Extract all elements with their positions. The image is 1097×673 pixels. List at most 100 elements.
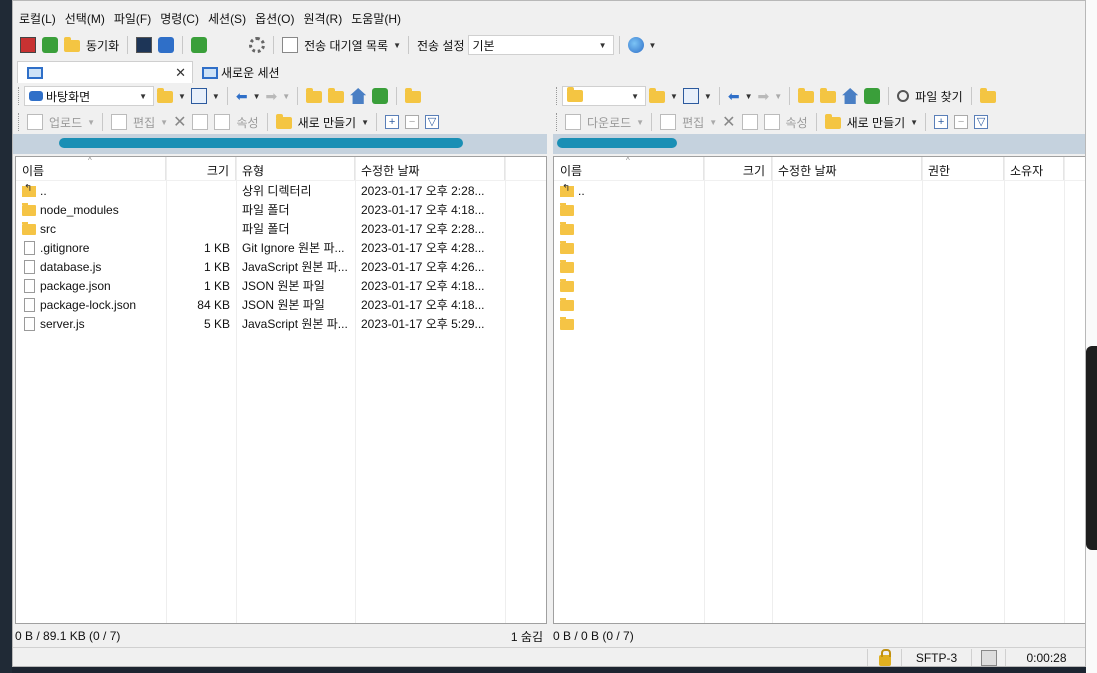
chevron-down-icon[interactable]: ▼ [649, 41, 657, 50]
menu-help[interactable]: 도움말(H) [351, 10, 401, 27]
filter-icon[interactable] [682, 88, 699, 104]
parent-directory-icon[interactable] [306, 88, 323, 103]
local-hidden-count[interactable]: 1 숨김 [511, 628, 547, 645]
table-row[interactable] [554, 219, 1085, 238]
forward-arrow-icon[interactable]: ➡ [266, 88, 278, 105]
table-row[interactable]: .gitignore 1 KB Git Ignore 원본 파... 2023-01-… [16, 238, 546, 257]
column-name[interactable]: 이름 ^ [554, 157, 704, 180]
chevron-down-icon[interactable]: ▼ [670, 92, 678, 101]
column-owner[interactable]: 소유자 [1004, 157, 1064, 180]
new-button[interactable]: 새로 만들기 [847, 114, 906, 131]
table-row[interactable] [554, 257, 1085, 276]
column-name[interactable]: 이름 ^ [16, 157, 166, 180]
table-row[interactable] [554, 238, 1085, 257]
local-location-select[interactable]: 바탕화면 ▼ [24, 86, 154, 106]
menu-options[interactable]: 옵션(O) [255, 10, 294, 27]
column-modified[interactable]: 수정한 날짜 [772, 157, 922, 180]
open-folder-icon[interactable] [157, 88, 173, 103]
find-files-button[interactable]: 파일 찾기 [915, 88, 963, 105]
table-row[interactable]: server.js 5 KB JavaScript 원본 파... 2023-01-1… [16, 314, 546, 333]
table-row[interactable]: package-lock.json 84 KB JSON 원본 파일 2023-01-… [16, 295, 546, 314]
home-icon[interactable] [350, 88, 367, 104]
select-minus-icon[interactable]: − [405, 115, 420, 129]
menu-remote[interactable]: 원격(R) [303, 10, 342, 27]
local-path-bar[interactable] [13, 134, 547, 154]
remote-location-select[interactable]: ▼ [562, 86, 646, 106]
upload-button[interactable]: 업로드 [49, 114, 82, 131]
select-filter-icon[interactable]: ▽ [425, 115, 440, 129]
chevron-down-icon[interactable]: ▼ [87, 118, 95, 127]
root-directory-icon[interactable] [328, 88, 345, 103]
sync-button[interactable]: 동기화 [86, 37, 119, 54]
chevron-down-icon[interactable]: ▼ [910, 118, 918, 127]
chevron-down-icon[interactable]: ▼ [178, 92, 186, 101]
back-arrow-icon[interactable]: ⬅ [728, 88, 740, 105]
new-button[interactable]: 새로 만들기 [298, 114, 357, 131]
select-plus-icon[interactable]: + [385, 115, 400, 129]
chevron-down-icon[interactable]: ▼ [282, 92, 290, 101]
select-plus-icon[interactable]: + [934, 115, 949, 129]
chevron-down-icon[interactable]: ▼ [212, 92, 220, 101]
menu-select[interactable]: 선택(M) [65, 10, 105, 27]
globe-icon[interactable] [627, 37, 644, 53]
filter-icon[interactable] [190, 88, 207, 104]
find-target-icon[interactable] [979, 88, 996, 103]
table-row[interactable] [554, 314, 1085, 333]
remote-path-bar[interactable] [553, 134, 1085, 154]
column-size[interactable]: 크기 [704, 157, 772, 180]
chevron-down-icon[interactable]: ▼ [774, 92, 782, 101]
refresh-icon[interactable] [864, 88, 881, 104]
open-folder-icon[interactable] [649, 88, 665, 103]
tab-current-session[interactable]: ✕ [17, 61, 193, 83]
table-row[interactable]: database.js 1 KB JavaScript 원본 파... 2023-01… [16, 257, 546, 276]
download-button[interactable]: 다운로드 [587, 114, 631, 131]
chevron-down-icon[interactable]: ▼ [361, 118, 369, 127]
rename-icon[interactable] [741, 114, 758, 130]
local-file-list[interactable]: 이름 ^ 크기 유형 수정한 날짜 .. 상위 디렉터리 2023-01-17 오후 … [15, 156, 547, 624]
table-row[interactable] [554, 200, 1085, 219]
preferences-gear-icon[interactable] [249, 37, 266, 53]
chevron-down-icon[interactable]: ▼ [393, 41, 401, 50]
table-row[interactable] [554, 276, 1085, 295]
remote-file-list[interactable]: 이름 ^ 크기 수정한 날짜 권한 소유자 .. [553, 156, 1085, 624]
chevron-down-icon[interactable]: ▼ [745, 92, 753, 101]
select-minus-icon[interactable]: − [954, 115, 969, 129]
rename-icon[interactable] [192, 114, 209, 130]
menu-command[interactable]: 명령(C) [160, 10, 199, 27]
table-row[interactable]: src 파일 폴더 2023-01-17 오후 2:28... [16, 219, 546, 238]
refresh-queue-icon[interactable] [191, 37, 208, 53]
table-row[interactable]: node_modules 파일 폴더 2023-01-17 오후 4:18... [16, 200, 546, 219]
chevron-down-icon[interactable]: ▼ [253, 92, 261, 101]
terminal-icon[interactable] [136, 37, 153, 53]
menu-local[interactable]: 로컬(L) [19, 10, 56, 27]
column-size[interactable]: 크기 [166, 157, 236, 180]
properties-button[interactable]: 속성 [786, 114, 808, 131]
compare-directories-icon[interactable] [20, 37, 36, 53]
close-icon[interactable]: ✕ [175, 65, 186, 81]
column-type[interactable]: 유형 [236, 157, 355, 180]
home-icon[interactable] [842, 88, 859, 104]
back-arrow-icon[interactable]: ⬅ [236, 88, 248, 105]
chevron-down-icon[interactable]: ▼ [704, 92, 712, 101]
synchronize-browsing-icon[interactable] [42, 37, 58, 53]
menu-session[interactable]: 세션(S) [208, 10, 246, 27]
select-filter-icon[interactable]: ▽ [974, 115, 989, 129]
table-row[interactable]: .. 상위 디렉터리 2023-01-17 오후 2:28... [16, 181, 546, 200]
root-directory-icon[interactable] [820, 88, 837, 103]
properties-button[interactable]: 속성 [236, 114, 258, 131]
chevron-down-icon[interactable]: ▼ [160, 118, 168, 127]
edit-button[interactable]: 편집 [682, 114, 704, 131]
delete-icon[interactable]: ✕ [722, 112, 735, 132]
chevron-down-icon[interactable]: ▼ [709, 118, 717, 127]
tab-new-session[interactable]: 새로운 세션 [193, 61, 286, 83]
putty-icon[interactable] [158, 37, 175, 53]
queue-list-button[interactable]: 전송 대기열 목록 [304, 37, 388, 54]
delete-icon[interactable]: ✕ [173, 112, 186, 132]
forward-arrow-icon[interactable]: ➡ [758, 88, 770, 105]
table-row[interactable] [554, 295, 1085, 314]
find-target-icon[interactable] [405, 88, 422, 103]
refresh-icon[interactable] [372, 88, 389, 104]
encryption-status[interactable] [867, 648, 901, 666]
table-row[interactable]: .. [554, 181, 1085, 200]
menu-file[interactable]: 파일(F) [114, 10, 151, 27]
